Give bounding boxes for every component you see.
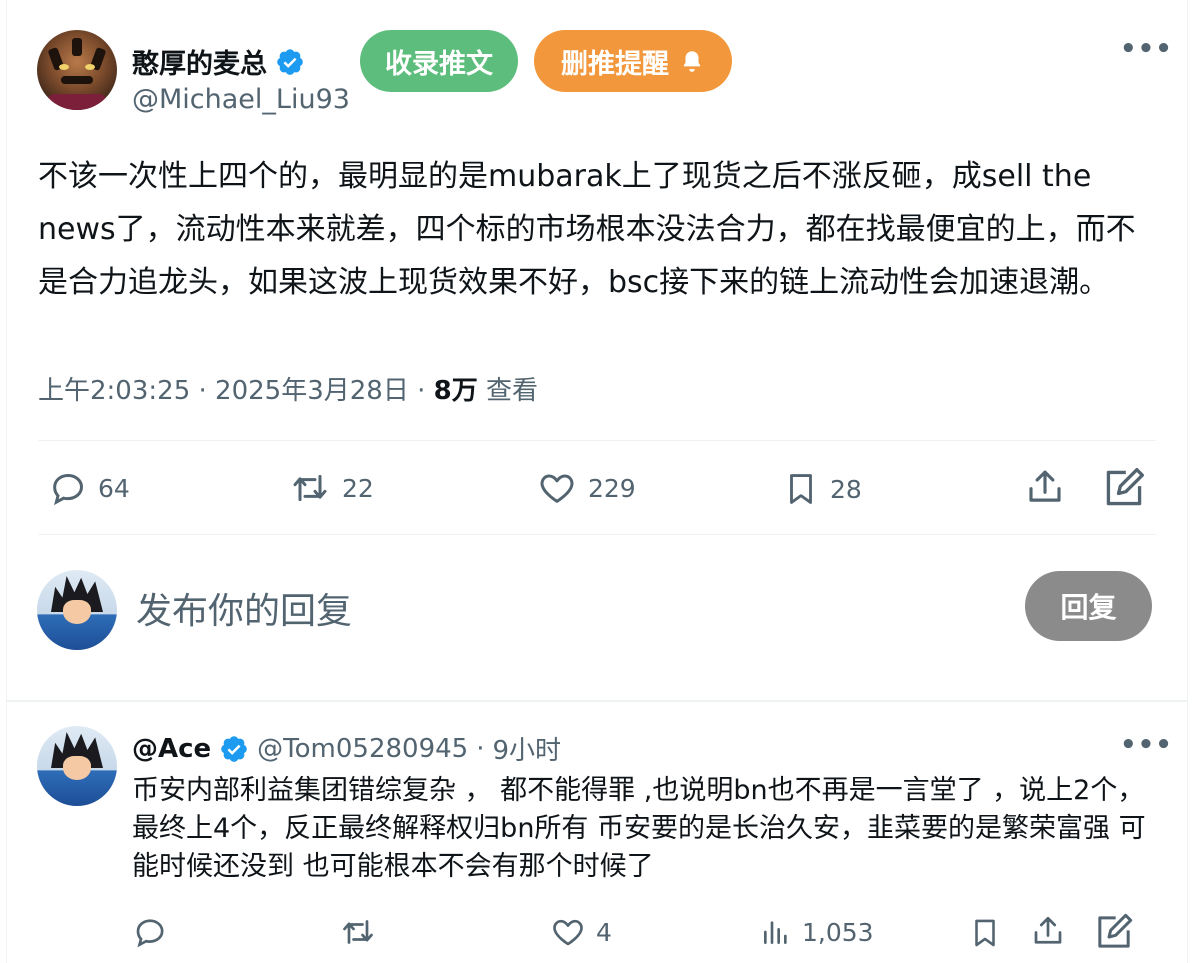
bookmark-icon: [975, 919, 995, 947]
reply-views-action[interactable]: 1,053: [760, 914, 874, 950]
verified-badge-icon: [221, 735, 247, 762]
author-display-name[interactable]: 憨厚的麦总: [132, 42, 267, 81]
views-label: 查看: [485, 376, 538, 406]
meta-separator: ·: [417, 376, 426, 406]
retweet-action[interactable]: 22: [288, 468, 374, 508]
reply-reply-action[interactable]: [132, 914, 168, 950]
share-icon: [1029, 470, 1061, 502]
edit-icon: [1106, 468, 1144, 506]
reply-author-handle[interactable]: @Tom05280945: [257, 734, 468, 764]
bell-icon: [683, 51, 701, 72]
reply-button[interactable]: 回复: [1025, 571, 1152, 641]
reply-author-avatar[interactable]: [37, 726, 117, 806]
tweet-time[interactable]: 上午2:03:25: [38, 376, 190, 406]
reply-button-label: 回复: [1060, 591, 1117, 624]
reply-header: @Ace @Tom05280945 · 9小时: [132, 730, 561, 767]
views-icon: [764, 921, 787, 944]
delete-alert-label: 删推提醒: [561, 48, 669, 80]
reply-bookmark-action[interactable]: [968, 914, 1002, 952]
reply-input[interactable]: 发布你的回复: [136, 582, 352, 634]
tweet-date[interactable]: 2025年3月28日: [215, 376, 409, 406]
share-action[interactable]: [1024, 466, 1066, 508]
like-icon: [553, 919, 583, 946]
tweet-meta: 上午2:03:25 · 2025年3月28日 · 8万 查看: [38, 370, 538, 407]
edit-icon: [1098, 913, 1133, 948]
like-action[interactable]: 229: [536, 468, 636, 508]
tweet-body: 不该一次性上四个的，最明显的是mubarak上了现货之后不涨反砸，成sell t…: [38, 159, 1136, 300]
meta-separator: ·: [198, 376, 207, 406]
edit-action[interactable]: [1102, 466, 1146, 510]
collect-tweet-label: 收录推文: [385, 48, 493, 80]
reply-count: 64: [98, 473, 130, 503]
bookmark-icon: [790, 474, 812, 504]
author-name-row: 憨厚的麦总: [132, 42, 305, 81]
like-icon: [540, 474, 574, 503]
retweet-count: 22: [342, 473, 374, 503]
author-handle[interactable]: @Michael_Liu93: [132, 84, 350, 115]
reply-edit-action[interactable]: [1094, 912, 1134, 952]
bookmark-count: 28: [830, 474, 862, 504]
reply-share-action[interactable]: [1030, 912, 1066, 950]
more-icon[interactable]: •••: [1120, 730, 1173, 760]
reply-author-name[interactable]: @Ace: [132, 734, 211, 764]
reply-separator: ·: [476, 733, 485, 764]
reply-icon: [53, 473, 84, 506]
reply-body: 币安内部利益集团错综复杂 ， 都不能得罪 ,也说明bn也不再是一言堂了 ，说上2…: [132, 775, 1146, 882]
more-icon[interactable]: •••: [1120, 34, 1173, 64]
reply-like-count: 4: [596, 917, 612, 947]
verified-badge-icon: [277, 48, 303, 75]
retweet-icon: [293, 474, 327, 502]
reply-action[interactable]: 64: [48, 468, 130, 508]
section-divider: [6, 700, 1188, 702]
reply-icon: [136, 919, 164, 948]
author-avatar[interactable]: [37, 30, 117, 110]
like-count: 229: [588, 473, 636, 503]
reply-views-count: 1,053: [802, 917, 874, 947]
views-count: 8万: [433, 376, 478, 406]
my-avatar[interactable]: [37, 570, 117, 650]
reply-retweet-action[interactable]: [338, 914, 378, 950]
share-icon: [1034, 916, 1062, 944]
reply-like-action[interactable]: 4: [550, 914, 612, 950]
reply-time[interactable]: 9小时: [492, 730, 561, 767]
divider: [38, 534, 1156, 535]
delete-alert-button[interactable]: 删推提醒: [534, 30, 732, 92]
retweet-icon: [343, 920, 373, 944]
bookmark-action[interactable]: 28: [782, 468, 862, 510]
collect-tweet-button[interactable]: 收录推文: [360, 30, 518, 92]
divider: [38, 440, 1156, 441]
